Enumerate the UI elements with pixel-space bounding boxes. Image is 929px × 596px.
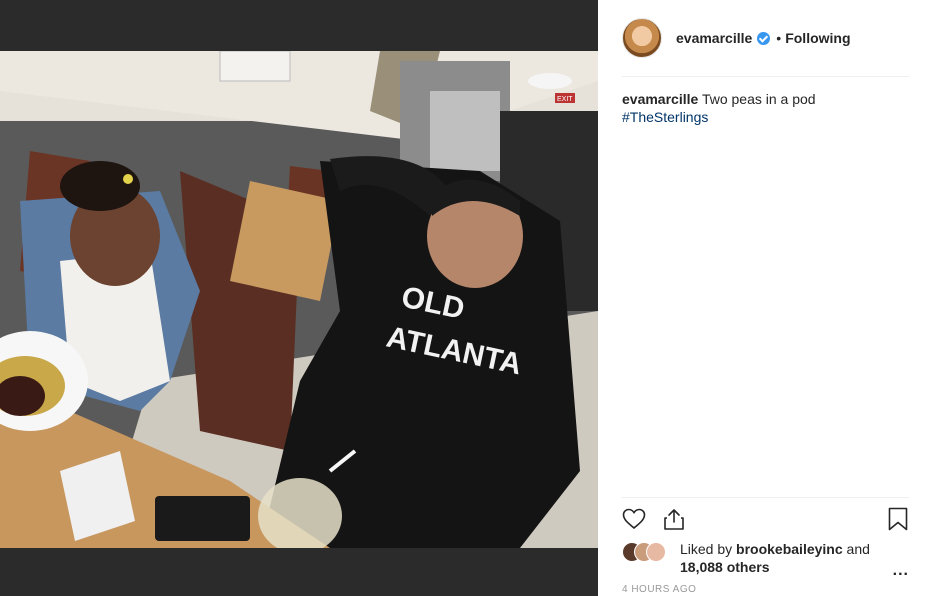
post-caption: evamarcille Two peas in a pod #TheSterli…: [622, 90, 912, 126]
likes-prefix: Liked by: [680, 541, 733, 557]
post-media[interactable]: EXIT OLD ATLANTA: [0, 0, 598, 596]
more-options-icon[interactable]: ...: [893, 562, 909, 580]
share-icon[interactable]: [662, 507, 686, 531]
username-link[interactable]: evamarcille: [676, 30, 752, 46]
avatar[interactable]: [622, 18, 662, 58]
caption-username-link[interactable]: evamarcille: [622, 91, 698, 107]
post-photo[interactable]: EXIT OLD ATLANTA: [0, 51, 598, 548]
liker-avatars[interactable]: [622, 542, 674, 562]
following-button[interactable]: Following: [785, 30, 850, 46]
post-header: evamarcille • Following: [622, 18, 909, 58]
liker-avatar: [646, 542, 666, 562]
likes-others-link[interactable]: 18,088 others: [680, 559, 770, 575]
likes-section: Liked by brookebaileyinc and 18,088 othe…: [622, 540, 909, 580]
header-divider: [622, 76, 909, 77]
likes-and: and: [846, 541, 870, 557]
heart-icon[interactable]: [622, 507, 646, 531]
photo-illustration: EXIT OLD ATLANTA: [0, 51, 598, 548]
post-sidebar: evamarcille • Following evamarcille Two …: [598, 0, 929, 596]
bookmark-icon[interactable]: [887, 507, 909, 531]
hashtag-link[interactable]: #TheSterlings: [622, 108, 912, 126]
likes-summary: Liked by brookebaileyinc and 18,088 othe…: [680, 540, 895, 576]
liker-username-link[interactable]: brookebaileyinc: [736, 541, 843, 557]
caption-text: Two peas in a pod: [701, 91, 816, 107]
exit-sign-text: EXIT: [557, 96, 573, 103]
verified-badge-icon: [757, 31, 771, 45]
actions-divider: [622, 497, 909, 498]
post-actions: [622, 507, 909, 533]
separator-dot: •: [776, 30, 782, 46]
post-timestamp[interactable]: 4 HOURS AGO: [622, 584, 696, 595]
